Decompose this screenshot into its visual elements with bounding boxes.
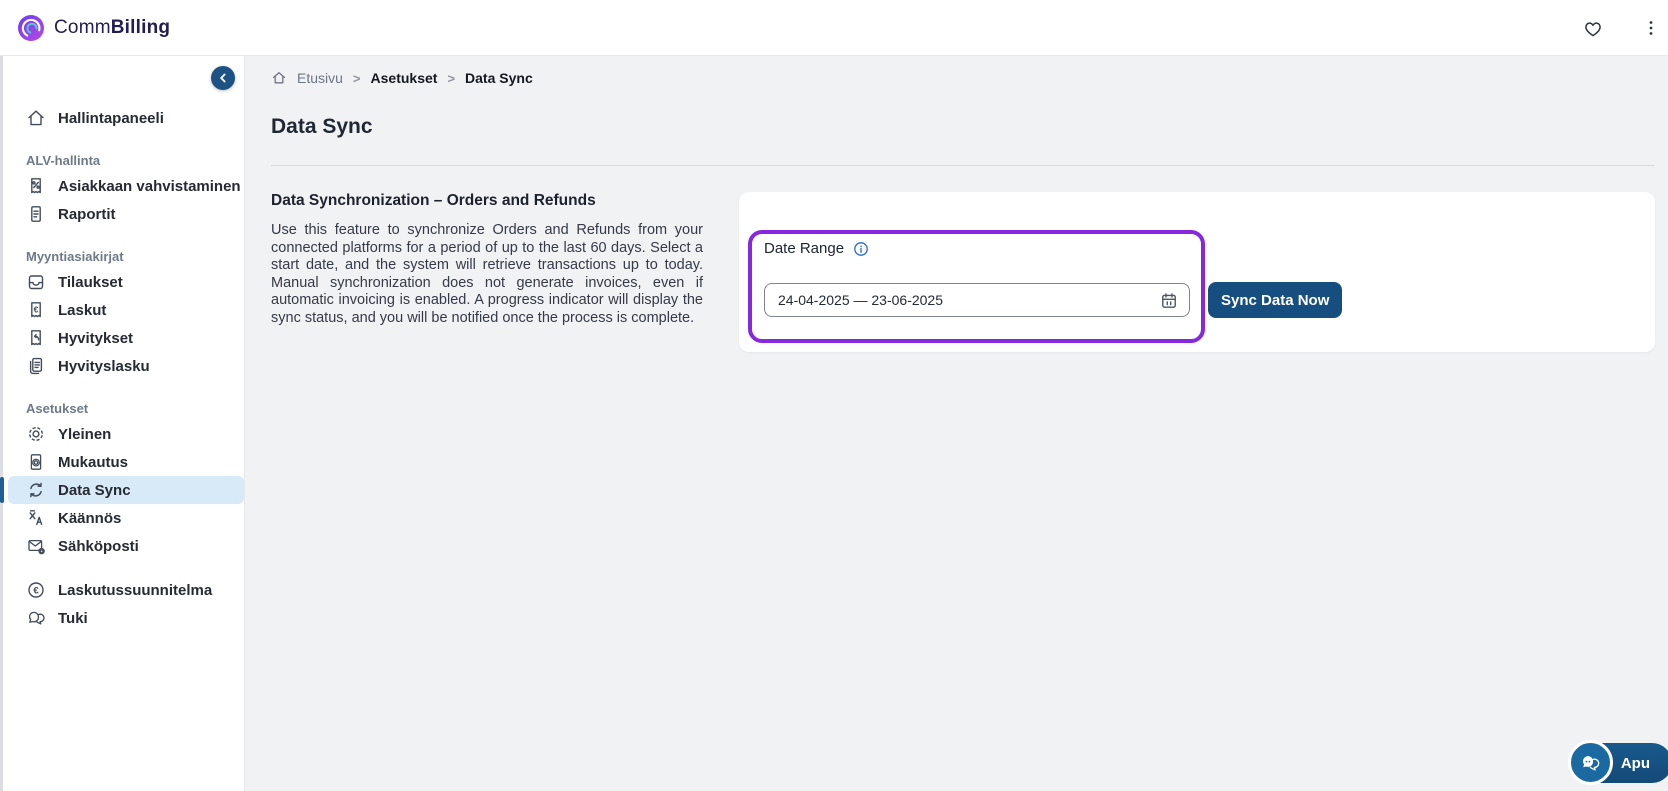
- sidebar-item-hyvitykset[interactable]: Hyvitykset: [0, 324, 244, 352]
- sidebar-item-hyvityslasku[interactable]: Hyvityslasku: [0, 352, 244, 380]
- sidebar-item-label: Hyvitykset: [58, 329, 134, 347]
- topbar: CommBilling: [0, 0, 1668, 56]
- translate-icon: [26, 508, 46, 528]
- home-icon: [26, 108, 46, 128]
- date-range-highlight-box: Date Range 24-04-2025 — 23-06-2025: [748, 230, 1205, 343]
- help-apu-button[interactable]: Apu: [1567, 740, 1668, 785]
- sidebar-item-label: Hyvityslasku: [58, 357, 150, 375]
- sidebar-item-label: Sähköposti: [58, 537, 139, 555]
- sidebar-item-label: Käännös: [58, 509, 122, 527]
- calendar-icon[interactable]: [1158, 290, 1180, 312]
- brand-logo[interactable]: CommBilling: [17, 14, 170, 42]
- sidebar-item-label: Mukautus: [58, 453, 129, 471]
- sidebar-item-label: Yleinen: [58, 425, 112, 443]
- svg-text:€: €: [33, 585, 39, 596]
- sidebar-item-label: Raportit: [58, 205, 116, 223]
- sidebar-collapse-button[interactable]: [211, 66, 235, 90]
- invoice-euro-icon: €: [26, 300, 46, 320]
- kebab-menu-icon: [1640, 17, 1662, 39]
- sidebar-item-yleinen[interactable]: Yleinen: [0, 420, 244, 448]
- date-range-input[interactable]: 24-04-2025 — 23-06-2025: [764, 283, 1190, 317]
- active-item-indicator: [0, 477, 4, 503]
- sidebar-item-raportit[interactable]: Raportit: [0, 200, 244, 228]
- date-range-value: 24-04-2025 — 23-06-2025: [778, 292, 944, 308]
- sidebar-item-label: Tilaukset: [58, 273, 123, 291]
- sidebar-item-laskutussuunnitelma[interactable]: € Laskutussuunnitelma: [0, 576, 244, 604]
- app-root: CommBilling Hallintapaneeli ALV-hallinta…: [0, 0, 1668, 791]
- brand-mark-icon: [17, 14, 45, 42]
- breadcrumb-current-page: Data Sync: [465, 70, 533, 86]
- sync-card: Date Range 24-04-2025 — 23-06-2025 Sync …: [739, 192, 1655, 352]
- breadcrumb-separator: >: [447, 70, 456, 86]
- sync-description-block: Data Synchronization – Orders and Refund…: [271, 192, 703, 328]
- sidebar-item-label: Hallintapaneeli: [58, 109, 164, 127]
- sync-icon: [26, 480, 46, 500]
- receipt-refund-icon: [26, 328, 46, 348]
- sidebar-item-laskut[interactable]: € Laskut: [0, 296, 244, 324]
- brand-name: CommBilling: [54, 17, 171, 38]
- sidebar-item-tilaukset[interactable]: Tilaukset: [0, 268, 244, 296]
- chat-icon: [26, 608, 46, 628]
- copy-document-icon: [26, 356, 46, 376]
- main-content: Etusivu > Asetukset > Data Sync Data Syn…: [245, 56, 1668, 791]
- sidebar-item-label: Laskut: [58, 301, 107, 319]
- mail-gear-icon: [26, 536, 46, 556]
- sidebar-item-kaannos[interactable]: Käännös: [0, 504, 244, 532]
- breadcrumb-home-icon[interactable]: [271, 70, 287, 86]
- sidebar-item-label: Tuki: [58, 609, 88, 627]
- breadcrumb-link-asetukset[interactable]: Asetukset: [371, 70, 438, 86]
- chevron-left-icon: [214, 69, 232, 87]
- topbar-actions: [1576, 0, 1668, 56]
- info-icon[interactable]: [853, 241, 869, 257]
- sidebar-nav: Hallintapaneeli ALV-hallinta Asiakkaan v…: [0, 56, 244, 632]
- page-title: Data Sync: [271, 115, 373, 138]
- euro-circle-icon: €: [26, 580, 46, 600]
- sidebar-section-myyntiasiakirjat: Myyntiasiakirjat: [26, 248, 124, 264]
- sidebar-item-sahkoposti[interactable]: Sähköposti: [0, 532, 244, 560]
- sidebar-item-label: Laskutussuunnitelma: [58, 581, 213, 599]
- sidebar-item-label: Data Sync: [58, 481, 131, 499]
- inbox-icon: [26, 272, 46, 292]
- more-options-kebab-button[interactable]: [1634, 11, 1668, 45]
- sidebar-item-data-sync[interactable]: Data Sync: [0, 476, 244, 504]
- svg-text:€: €: [34, 305, 39, 315]
- receipt-percent-icon: [26, 176, 46, 196]
- sync-data-now-button[interactable]: Sync Data Now: [1208, 282, 1343, 318]
- document-gear-icon: [26, 452, 46, 472]
- sidebar-section-asetukset: Asetukset: [26, 400, 89, 416]
- section-title: Data Synchronization – Orders and Refund…: [271, 192, 596, 209]
- sidebar-item-tuki[interactable]: Tuki: [0, 604, 244, 632]
- breadcrumb-link-etusivu[interactable]: Etusivu: [297, 70, 343, 86]
- heart-icon: [1581, 16, 1605, 40]
- help-button-label: Apu: [1620, 754, 1650, 772]
- sidebar-item-hallintapaneeli[interactable]: Hallintapaneeli: [0, 104, 244, 132]
- breadcrumb-separator: >: [352, 70, 361, 86]
- favorites-heart-button[interactable]: [1576, 11, 1610, 45]
- sidebar-item-label: Asiakkaan vahvistaminen: [58, 177, 241, 195]
- section-description: Use this feature to synchronize Orders a…: [271, 222, 703, 326]
- sidebar-item-asiakkaan-vahvistaminen[interactable]: Asiakkaan vahvistaminen: [0, 172, 244, 200]
- title-divider: [271, 165, 1655, 166]
- sidebar: Hallintapaneeli ALV-hallinta Asiakkaan v…: [0, 56, 245, 791]
- breadcrumb: Etusivu > Asetukset > Data Sync: [271, 70, 533, 86]
- document-icon: [26, 204, 46, 224]
- gear-icon: [26, 424, 46, 444]
- help-chat-bubbles-icon: [1567, 740, 1613, 785]
- sidebar-section-alv: ALV-hallinta: [26, 152, 101, 168]
- date-range-label: Date Range: [764, 240, 845, 257]
- sidebar-item-mukautus[interactable]: Mukautus: [0, 448, 244, 476]
